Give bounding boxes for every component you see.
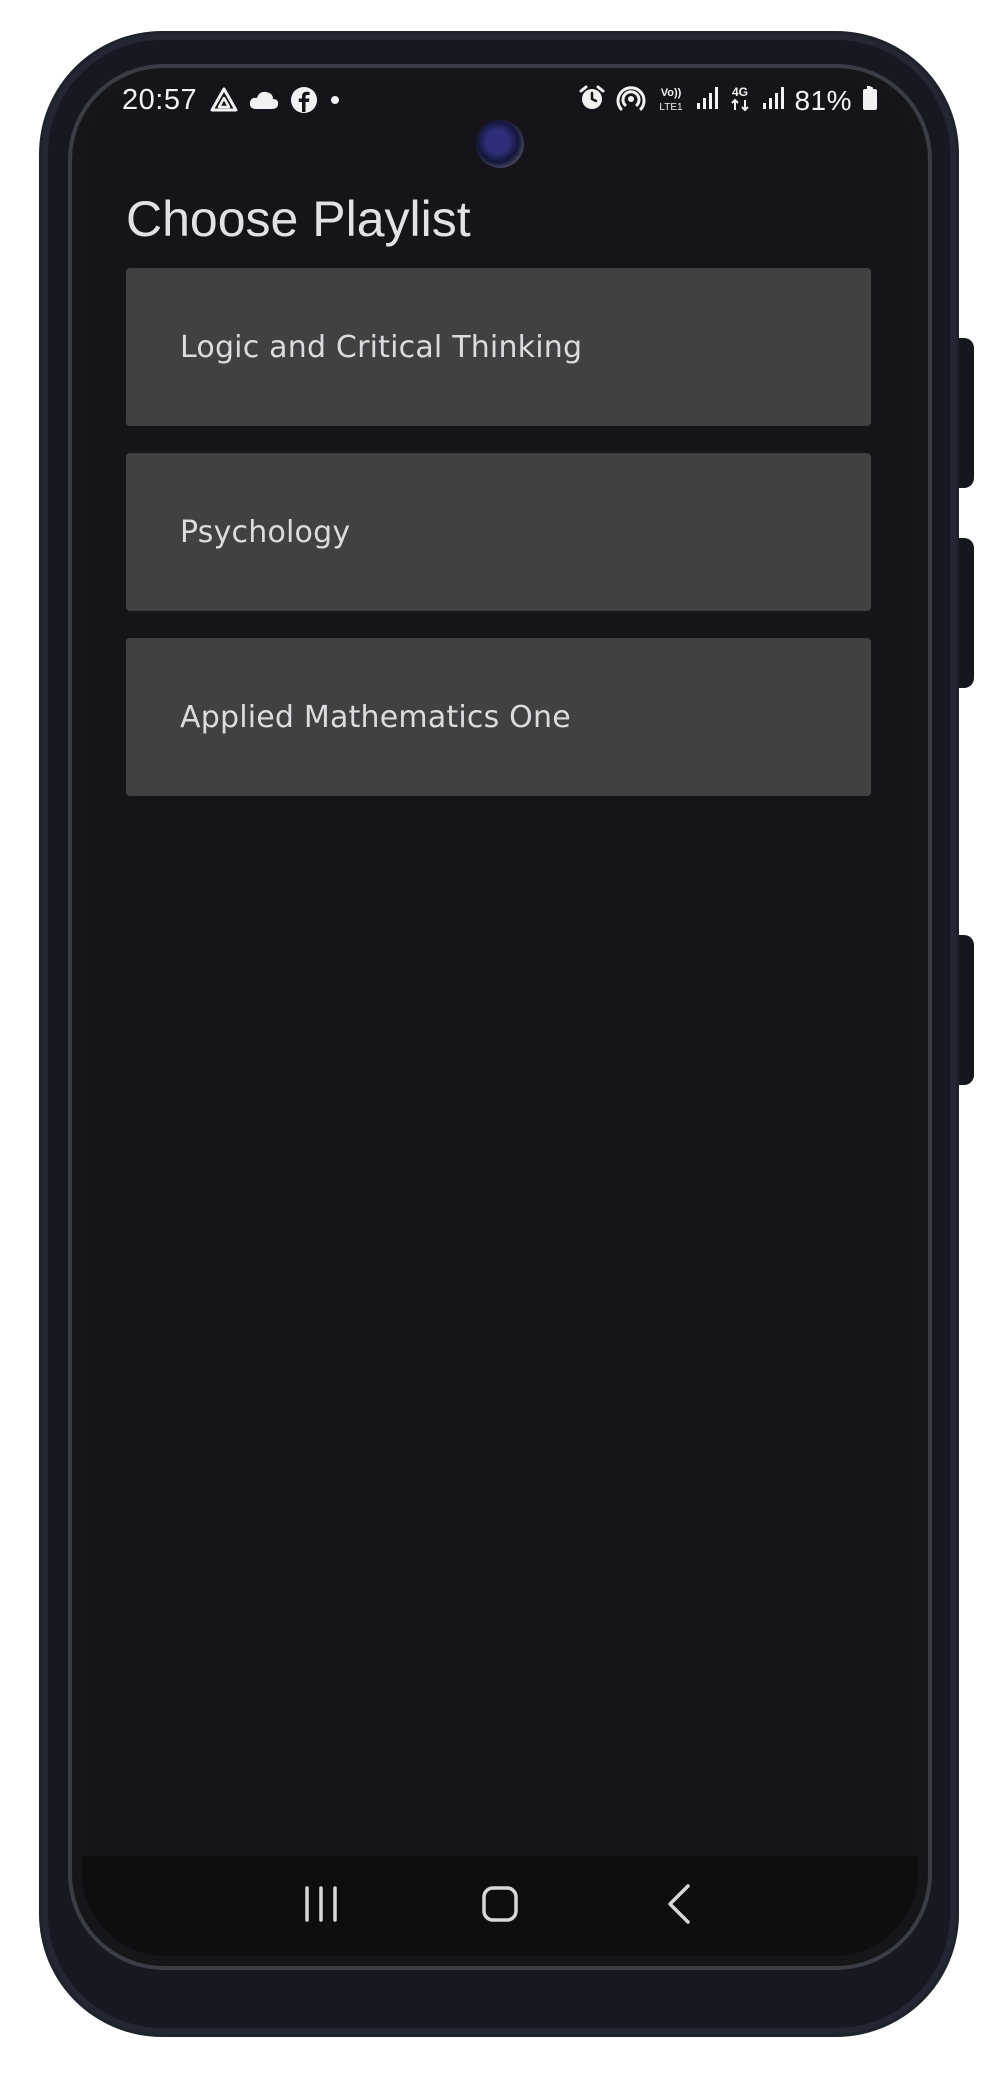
back-button[interactable]	[639, 1871, 719, 1941]
svg-text:4G: 4G	[732, 85, 748, 99]
drive-icon	[210, 87, 238, 118]
status-time: 20:57	[122, 84, 198, 116]
playlist-item-psychology[interactable]: Psychology	[126, 453, 871, 611]
back-icon	[664, 1883, 694, 1930]
home-button[interactable]	[460, 1871, 540, 1941]
page-title: Choose Playlist	[126, 191, 471, 247]
volte-icon: Vo)) LTE1	[656, 84, 686, 117]
playlist-item-label: Psychology	[180, 514, 351, 550]
device-frame: 20:57 Vo)) LTE1 4G 81% Choose Playlist L…	[0, 0, 1000, 2080]
playlist-item-logic[interactable]: Logic and Critical Thinking	[126, 268, 871, 426]
hotspot-icon	[616, 84, 646, 117]
front-camera	[476, 120, 524, 168]
signal-icon	[696, 86, 719, 115]
navigation-bar	[82, 1856, 918, 1956]
playlist-item-label: Logic and Critical Thinking	[180, 329, 583, 365]
alarm-icon	[578, 84, 606, 117]
svg-text:Vo)): Vo))	[661, 87, 682, 99]
playlist-item-label: Applied Mathematics One	[180, 699, 571, 735]
svg-text:LTE1: LTE1	[660, 102, 684, 112]
playlist-list: Logic and Critical Thinking Psychology A…	[126, 268, 871, 823]
system-status-icons: Vo)) LTE1 4G 81%	[578, 84, 878, 117]
battery-icon	[862, 85, 878, 116]
cloud-icon	[248, 89, 280, 116]
recent-apps-icon	[301, 1885, 341, 1927]
playlist-item-applied-mathematics[interactable]: Applied Mathematics One	[126, 638, 871, 796]
home-icon	[480, 1884, 520, 1929]
app-screen: 20:57 Vo)) LTE1 4G 81% Choose Playlist L…	[82, 78, 918, 1956]
dot-icon	[328, 93, 342, 112]
notification-icons	[210, 86, 342, 119]
facebook-icon	[290, 86, 318, 119]
signal-icon	[762, 86, 785, 115]
4g-icon: 4G	[728, 84, 752, 117]
battery-percent: 81%	[794, 84, 852, 116]
recent-apps-button[interactable]	[281, 1871, 361, 1941]
